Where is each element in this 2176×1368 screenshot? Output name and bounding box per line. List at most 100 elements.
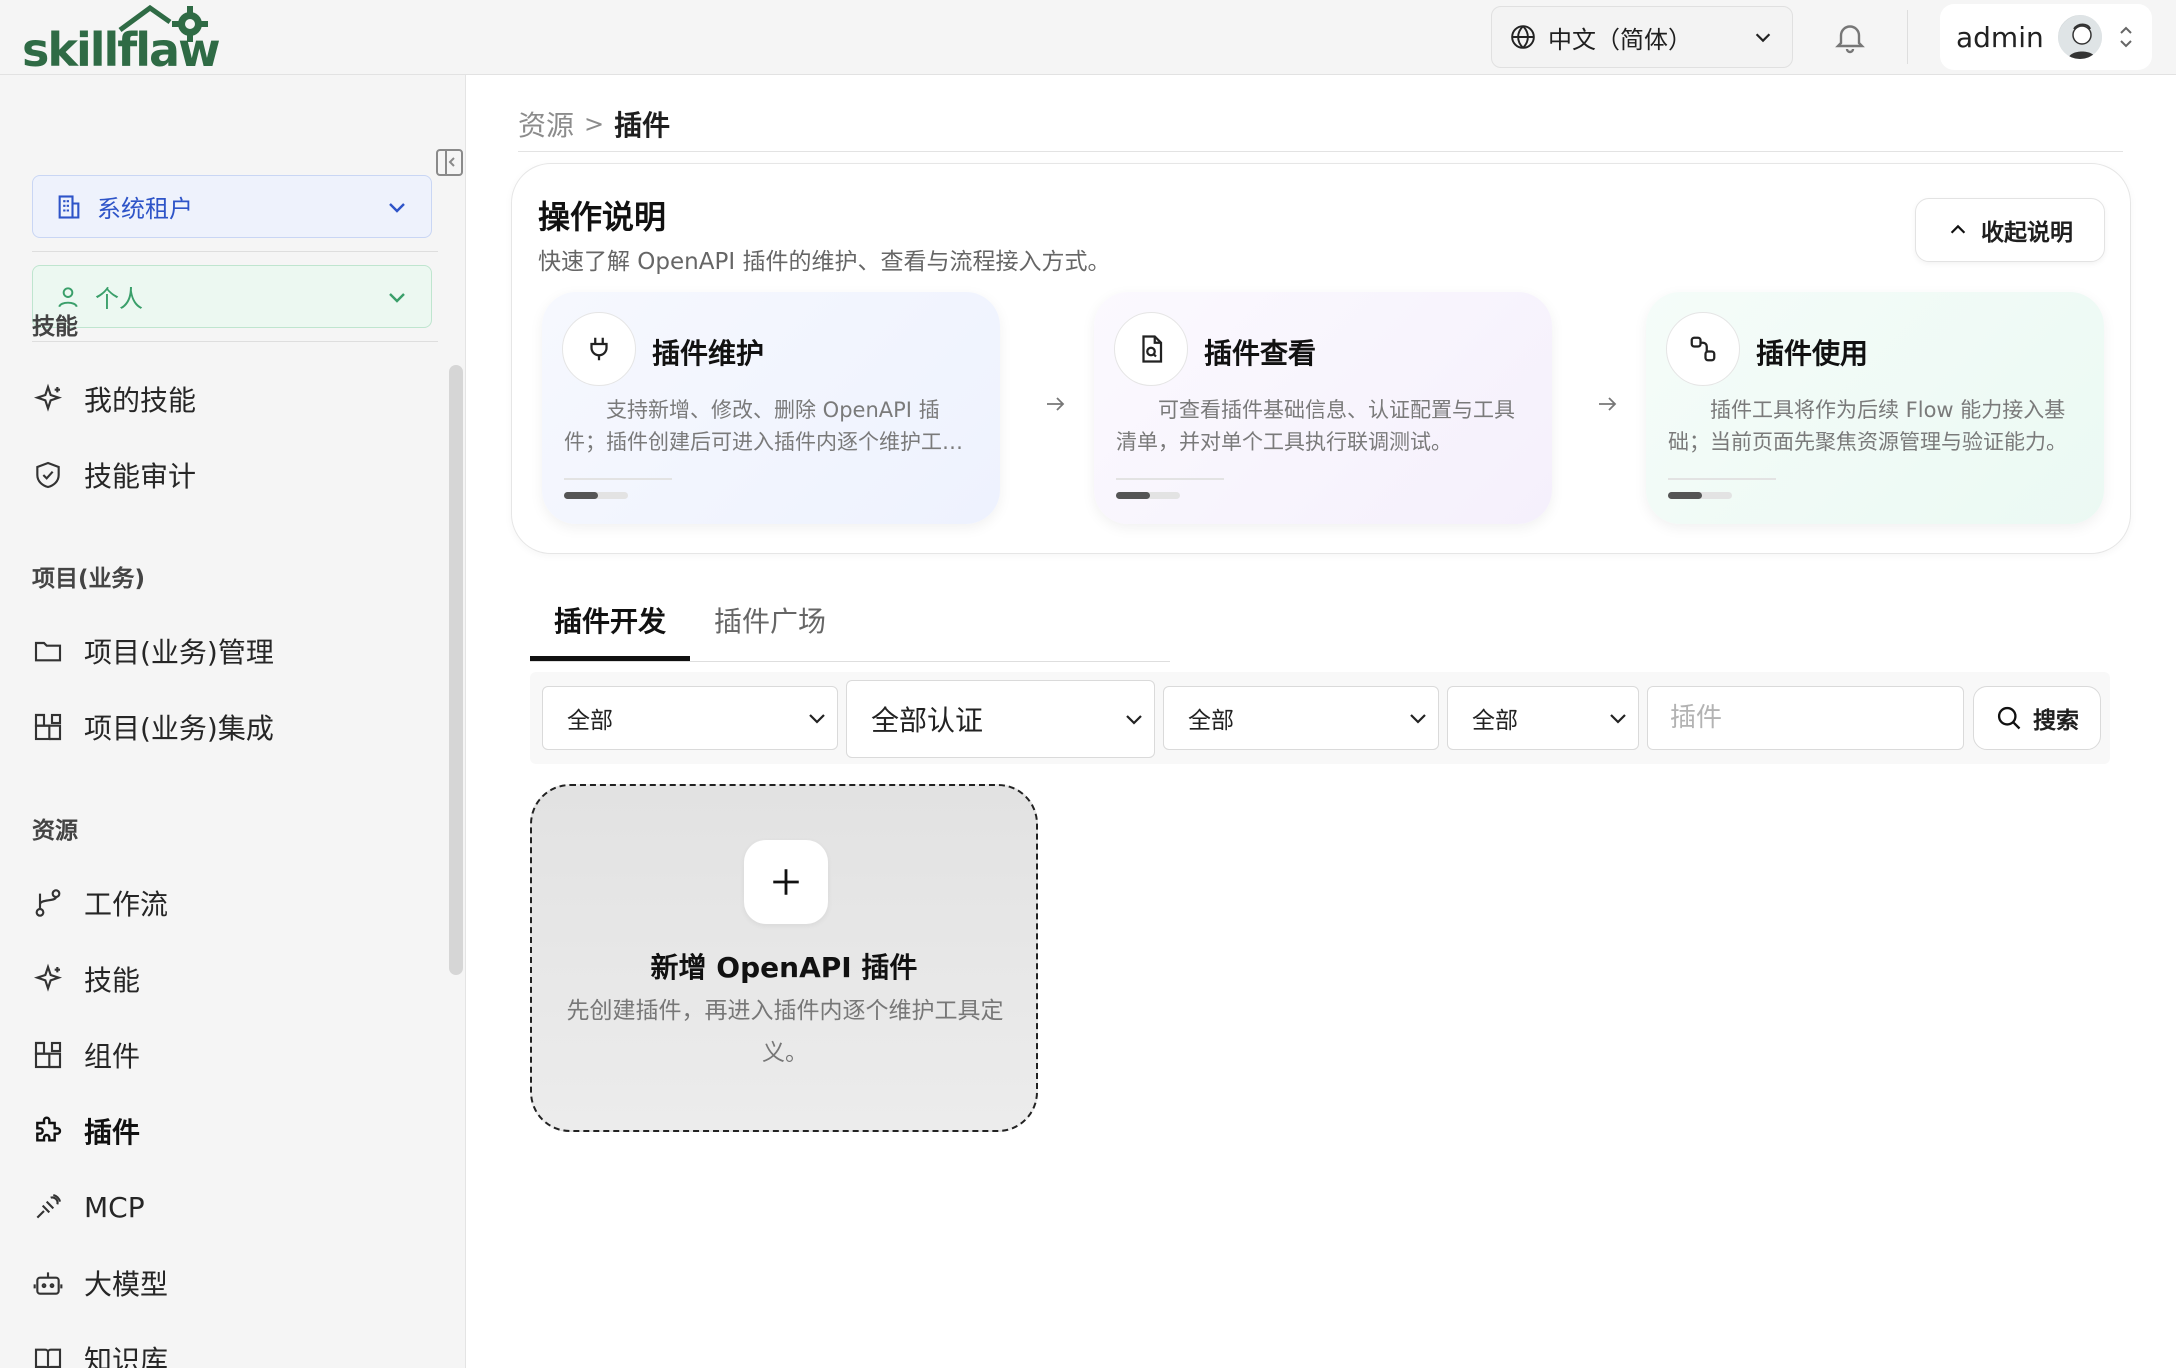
arrow-right-icon — [1595, 392, 1619, 416]
chevron-down-icon — [1606, 706, 1630, 730]
logo-wordmark: skillflaw — [22, 23, 219, 70]
sidebar-item-label: 大模型 — [84, 1268, 169, 1301]
filter-select-3[interactable]: 全部 — [1163, 686, 1439, 750]
add-plugin-card[interactable]: 新增 OpenAPI 插件 先创建插件，再进入插件内逐个维护工具定义。 — [530, 784, 1038, 1132]
blocks-icon — [32, 1039, 64, 1071]
blocks-icon — [32, 711, 64, 743]
collapse-guide-button[interactable]: 收起说明 — [1915, 198, 2105, 262]
search-input[interactable] — [1647, 686, 1964, 750]
bell-icon[interactable] — [1832, 18, 1868, 56]
add-plugin-description: 先创建插件，再进入插件内逐个维护工具定义。 — [566, 998, 1004, 1066]
language-label: 中文（简体） — [1548, 25, 1692, 54]
tenant-label: 系统租户 — [97, 195, 193, 223]
filter-select-1[interactable]: 全部 — [542, 686, 838, 750]
auth-filter-select[interactable]: 全部认证 — [846, 680, 1155, 758]
collapse-guide-label: 收起说明 — [1981, 220, 2073, 246]
chevron-down-icon — [385, 285, 409, 309]
sidebar-item-project-management[interactable]: 项目(业务)管理 — [32, 624, 432, 678]
step-progress-fill — [1116, 492, 1150, 499]
search-button[interactable]: 搜索 — [1973, 686, 2101, 750]
sidebar-item-llm[interactable]: 大模型 — [32, 1256, 432, 1310]
sidebar-item-components[interactable]: 组件 — [32, 1028, 432, 1082]
sidebar-item-label: MCP — [84, 1190, 145, 1224]
user-menu[interactable]: admin — [1940, 4, 2152, 70]
sidebar-item-label: 组件 — [84, 1040, 141, 1073]
step-divider — [1116, 478, 1224, 480]
step-title: 插件维护 — [652, 337, 765, 370]
sparkle-icon — [32, 383, 64, 415]
add-plugin-title: 新增 OpenAPI 插件 — [650, 951, 918, 984]
breadcrumb-separator: > — [584, 110, 605, 138]
avatar — [2056, 13, 2104, 61]
tab-plugin-development[interactable]: 插件开发 — [554, 600, 666, 640]
user-name: admin — [1956, 20, 2044, 54]
breadcrumb-parent[interactable]: 资源 — [518, 104, 574, 144]
sparkle-icon — [32, 963, 64, 995]
sidebar-item-workflow[interactable]: 工作流 — [32, 876, 432, 930]
breadcrumb: 资源 > 插件 — [518, 104, 670, 144]
scope-selector[interactable]: 个人 — [32, 265, 432, 328]
section-title-skills: 技能 — [32, 314, 78, 340]
sidebar-item-skill-audit[interactable]: 技能审计 — [32, 448, 432, 502]
chevron-updown-icon — [2116, 23, 2136, 51]
sidebar-item-label: 项目(业务)集成 — [84, 712, 274, 745]
plus-icon — [744, 840, 828, 924]
sidebar-item-label: 技能审计 — [84, 460, 197, 493]
chevron-up-icon — [1947, 219, 1969, 241]
top-header: skillflaw 中文（简体） admin — [0, 0, 2176, 75]
sidebar: 系统租户 个人 技能 我的技能 技能审计 项目(业务) 项目(业务)管理 项目(… — [0, 75, 466, 1368]
globe-icon — [1510, 24, 1536, 50]
header-divider — [1907, 10, 1908, 64]
chevron-down-icon — [1752, 26, 1774, 48]
sidebar-scrollbar[interactable] — [449, 365, 463, 975]
step-progress-fill — [564, 492, 598, 499]
folder-icon — [32, 635, 64, 667]
chevron-down-icon — [385, 195, 409, 219]
divider — [518, 151, 2123, 152]
sidebar-item-label: 知识库 — [84, 1344, 169, 1368]
sidebar-item-label: 项目(业务)管理 — [84, 636, 274, 669]
sidebar-item-mcp[interactable]: MCP — [32, 1180, 432, 1234]
step-description: 插件工具将作为后续 Flow 能力接入基础；当前页面先聚焦资源管理与验证能力。 — [1668, 398, 2067, 454]
active-tab-indicator — [530, 656, 690, 661]
sidebar-item-my-skills[interactable]: 我的技能 — [32, 372, 432, 426]
bot-icon — [32, 1267, 64, 1299]
tab-plugin-marketplace[interactable]: 插件广场 — [714, 600, 826, 640]
guide-step-maintain: 插件维护 支持新增、修改、删除 OpenAPI 插件；插件创建后可进入插件内逐个… — [542, 292, 1000, 524]
step-description: 支持新增、修改、删除 OpenAPI 插件；插件创建后可进入插件内逐个维护工具定… — [564, 398, 963, 454]
guide-subtitle: 快速了解 OpenAPI 插件的维护、查看与流程接入方式。 — [538, 249, 1111, 275]
tenant-selector[interactable]: 系统租户 — [32, 175, 432, 238]
sidebar-collapse-icon[interactable] — [436, 149, 463, 176]
select-value: 全部 — [1188, 708, 1234, 734]
guide-panel: 操作说明 快速了解 OpenAPI 插件的维护、查看与流程接入方式。 收起说明 … — [511, 163, 2131, 554]
chevron-down-icon — [1406, 706, 1430, 730]
sidebar-item-label: 插件 — [84, 1116, 141, 1149]
book-icon — [32, 1343, 64, 1368]
skillflaw-logo[interactable]: skillflaw — [22, 4, 274, 70]
section-title-resources: 资源 — [32, 818, 78, 844]
sidebar-item-label: 工作流 — [84, 888, 169, 921]
puzzle-icon — [32, 1115, 64, 1147]
sidebar-item-knowledge-base[interactable]: 知识库 — [32, 1332, 432, 1368]
filter-select-4[interactable]: 全部 — [1447, 686, 1639, 750]
workflow-icon — [32, 887, 64, 919]
flow-link-icon — [1666, 312, 1740, 386]
user-icon — [55, 284, 81, 310]
building-icon — [55, 193, 83, 221]
mcp-icon — [32, 1191, 64, 1223]
sidebar-item-skills[interactable]: 技能 — [32, 952, 432, 1006]
language-selector[interactable]: 中文（简体） — [1491, 6, 1793, 68]
select-value: 全部 — [1472, 708, 1518, 734]
divider — [32, 251, 438, 252]
plugin-tabs: 插件开发 插件广场 — [530, 590, 1170, 662]
step-title: 插件使用 — [1756, 337, 1869, 370]
guide-title: 操作说明 — [538, 198, 667, 236]
sidebar-item-project-integration[interactable]: 项目(业务)集成 — [32, 700, 432, 754]
search-button-label: 搜索 — [2033, 708, 2079, 734]
sidebar-item-plugins[interactable]: 插件 — [32, 1104, 432, 1158]
step-divider — [564, 478, 672, 480]
file-search-icon — [1114, 312, 1188, 386]
search-icon — [1995, 704, 2023, 732]
divider — [32, 341, 438, 342]
select-value: 全部 — [567, 708, 613, 734]
